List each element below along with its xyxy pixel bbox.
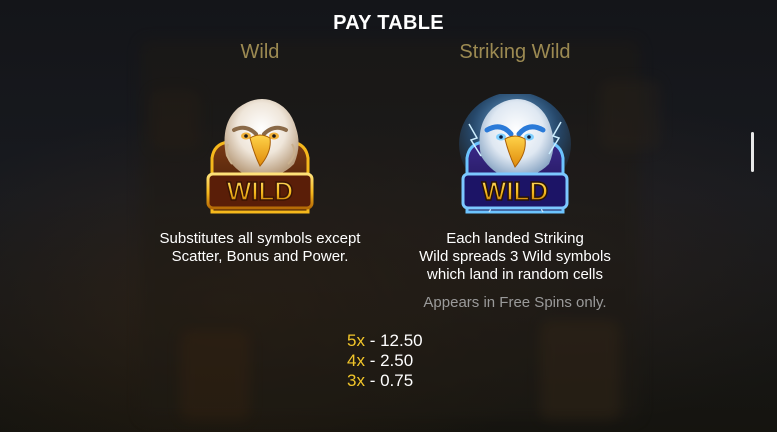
striking-wild-description-line: which land in random cells: [427, 266, 603, 283]
payout-multiplier: 3x: [347, 371, 365, 390]
striking-wild-badge-text: WILD: [482, 176, 548, 206]
payout-row: 3x - 0.75: [347, 371, 423, 391]
payout-row: 4x - 2.50: [347, 351, 423, 371]
striking-wild-section: Striking Wild WILD Each landed Striking …: [385, 38, 645, 311]
payout-value: 2.50: [380, 351, 414, 370]
striking-wild-description-line: Each landed Striking: [446, 230, 584, 247]
striking-wild-heading: Striking Wild: [459, 41, 571, 63]
free-spins-note: Appears in Free Spins only.: [423, 294, 607, 311]
payout-separator: -: [364, 371, 381, 390]
payout-separator: -: [364, 351, 381, 370]
payout-multiplier: 4x: [347, 351, 365, 370]
striking-wild-description-line: Wild spreads 3 Wild symbols: [419, 248, 611, 265]
striking-wild-description: Each landed Striking Wild spreads 3 Wild…: [385, 230, 645, 284]
wild-description-line: Scatter, Bonus and Power.: [171, 248, 349, 265]
payout-multiplier: 5x: [347, 331, 365, 350]
wild-description-line: Substitutes all symbols except: [159, 230, 361, 247]
lightning-eagle-wild-icon: WILD: [459, 94, 571, 220]
background-blur: [180, 330, 250, 420]
wild-heading: Wild: [240, 41, 280, 63]
eagle-wild-icon: WILD: [204, 94, 316, 220]
payout-list: 5x - 12.50 4x - 2.50 3x - 0.75: [347, 331, 423, 391]
page-title: PAY TABLE: [333, 12, 444, 34]
payout-separator: -: [364, 331, 381, 350]
payout-value: 12.50: [380, 331, 423, 350]
payout-row: 5x - 12.50: [347, 331, 423, 351]
scrollbar-thumb[interactable]: [751, 132, 754, 172]
payout-value: 0.75: [380, 371, 414, 390]
wild-description: Substitutes all symbols except Scatter, …: [130, 230, 390, 266]
wild-badge-text: WILD: [227, 176, 293, 206]
background-blur: [540, 320, 620, 420]
wild-section: Wild WILD Substitutes all symbols except…: [130, 38, 390, 266]
